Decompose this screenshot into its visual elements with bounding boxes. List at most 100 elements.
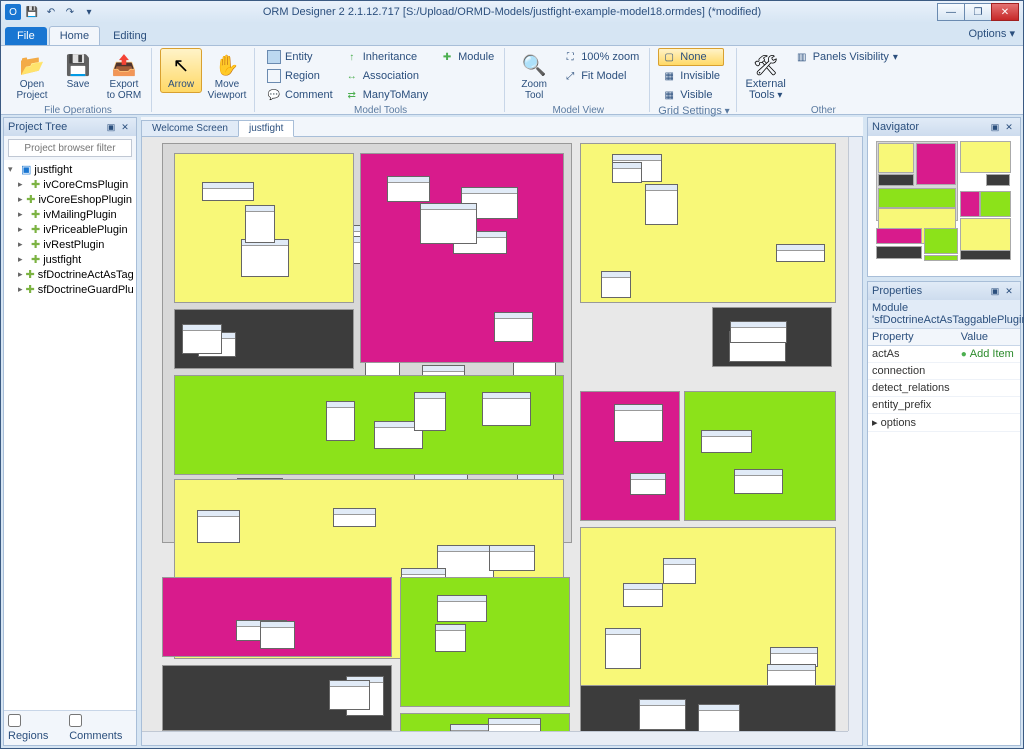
entity-box[interactable] (605, 628, 641, 668)
home-tab[interactable]: Home (49, 26, 100, 45)
export-button[interactable]: 📤Export to ORM (103, 48, 145, 104)
entity-box[interactable] (601, 271, 631, 298)
module-button[interactable]: ✚Module (436, 48, 498, 66)
entity-box[interactable] (645, 184, 678, 225)
qat-dropdown-icon[interactable]: ▾ (81, 4, 97, 20)
entity-box[interactable] (614, 404, 663, 442)
zoom-tool-button[interactable]: 🔍Zoom Tool (513, 48, 555, 104)
entity-box[interactable] (182, 324, 222, 353)
entity-box[interactable] (437, 595, 487, 622)
diagram-region[interactable] (162, 577, 392, 657)
diagram-region[interactable] (400, 577, 570, 707)
property-row[interactable]: connection (868, 363, 1020, 380)
property-row[interactable]: detect_relations (868, 380, 1020, 397)
diagram-region[interactable] (162, 665, 392, 731)
navigator-minimap[interactable] (868, 136, 1020, 276)
move-viewport-button[interactable]: ✋Move Viewport (206, 48, 248, 104)
tree-item[interactable]: ▸✚ivCoreEshopPlugin (6, 192, 134, 207)
tree-item[interactable]: ▸✚ivPriceablePlugin (6, 222, 134, 237)
tree-item[interactable]: ▸✚sfDoctrineActAsTagg... (6, 267, 134, 282)
model-canvas[interactable] (142, 137, 862, 745)
panel-close-icon[interactable]: ✕ (118, 120, 132, 134)
entity-box[interactable] (329, 680, 370, 710)
tree-item[interactable]: ▸✚justfight (6, 252, 134, 267)
property-row[interactable]: entity_prefix (868, 397, 1020, 414)
zoom-100-button[interactable]: ⛶100% zoom (559, 48, 643, 66)
entity-box[interactable] (730, 321, 788, 344)
project-filter-input[interactable] (8, 139, 132, 157)
grid-invisible-button[interactable]: ▦Invisible (658, 67, 724, 85)
association-button[interactable]: ↔Association (341, 67, 432, 85)
entity-box[interactable] (639, 699, 687, 731)
entity-box[interactable] (260, 621, 295, 649)
entity-box[interactable] (489, 545, 535, 571)
diagram-region[interactable] (174, 309, 354, 369)
entity-box[interactable] (414, 392, 446, 431)
property-row[interactable]: ▸ options (868, 414, 1020, 432)
diagram-region[interactable] (360, 153, 564, 363)
entity-box[interactable] (420, 203, 477, 244)
app-icon[interactable]: O (5, 4, 21, 20)
arrow-tool-button[interactable]: ↖Arrow (160, 48, 202, 93)
entity-button[interactable]: Entity (263, 48, 337, 66)
regions-checkbox[interactable]: Regions (8, 714, 59, 742)
welcome-tab[interactable]: Welcome Screen (141, 120, 239, 136)
panel-close-icon[interactable]: ✕ (1002, 120, 1016, 134)
scrollbar-horizontal[interactable] (142, 731, 848, 745)
scrollbar-vertical[interactable] (848, 137, 862, 731)
entity-box[interactable] (623, 583, 664, 607)
diagram-region[interactable] (712, 307, 832, 367)
file-tab[interactable]: File (5, 27, 47, 45)
panel-float-icon[interactable]: ▣ (988, 120, 1002, 134)
open-project-button[interactable]: 📂Open Project (11, 48, 53, 104)
panel-float-icon[interactable]: ▣ (988, 284, 1002, 298)
entity-box[interactable] (333, 508, 376, 527)
editing-tab[interactable]: Editing (102, 26, 158, 45)
entity-box[interactable] (494, 312, 533, 342)
tree-item[interactable]: ▸✚sfDoctrineGuardPlugin (6, 282, 134, 297)
grid-none-button[interactable]: ▢None (658, 48, 724, 66)
entity-box[interactable] (202, 182, 254, 201)
options-link[interactable]: Options ▾ (969, 27, 1016, 40)
tree-item[interactable]: ▸✚ivRestPlugin (6, 237, 134, 252)
entity-box[interactable] (701, 430, 751, 453)
panel-close-icon[interactable]: ✕ (1002, 284, 1016, 298)
entity-box[interactable] (387, 176, 430, 202)
diagram-region[interactable] (580, 391, 680, 521)
save-button[interactable]: 💾Save (57, 48, 99, 93)
entity-box[interactable] (776, 244, 825, 262)
tree-item[interactable]: ▸✚ivMailingPlugin (6, 207, 134, 222)
diagram-region[interactable] (684, 391, 836, 521)
inheritance-button[interactable]: ↑Inheritance (341, 48, 432, 66)
entity-box[interactable] (612, 162, 643, 183)
entity-box[interactable] (482, 392, 531, 426)
comments-checkbox[interactable]: Comments (69, 714, 132, 742)
entity-box[interactable] (630, 473, 665, 495)
entity-box[interactable] (326, 401, 356, 441)
undo-icon[interactable]: ↶ (43, 4, 59, 20)
entity-box[interactable] (245, 205, 275, 242)
entity-box[interactable] (663, 558, 697, 584)
minimize-button[interactable]: — (937, 3, 965, 21)
entity-box[interactable] (241, 239, 289, 277)
redo-icon[interactable]: ↷ (62, 4, 78, 20)
external-tools-button[interactable]: 🛠External Tools ▾ (745, 48, 787, 104)
fit-model-button[interactable]: ⤢Fit Model (559, 67, 643, 85)
save-icon[interactable]: 💾 (24, 4, 40, 20)
entity-box[interactable] (734, 469, 782, 494)
manytomany-button[interactable]: ⇄ManyToMany (341, 86, 432, 104)
comment-button[interactable]: 💬Comment (263, 86, 337, 104)
diagram-region[interactable] (174, 375, 564, 475)
tree-item[interactable]: ▸✚ivCoreCmsPlugin (6, 177, 134, 192)
entity-box[interactable] (197, 510, 240, 543)
panels-visibility-button[interactable]: ▥Panels Visibility ▾ (791, 48, 902, 66)
region-button[interactable]: Region (263, 67, 337, 85)
diagram-region[interactable] (580, 143, 836, 303)
maximize-button[interactable]: ❐ (964, 3, 992, 21)
diagram-region[interactable] (174, 153, 354, 303)
entity-box[interactable] (435, 624, 466, 652)
model-tab[interactable]: justfight (238, 120, 294, 137)
grid-visible-button[interactable]: ▦Visible (658, 86, 724, 104)
tree-root[interactable]: ▾▣justfight (6, 162, 134, 177)
panel-float-icon[interactable]: ▣ (104, 120, 118, 134)
